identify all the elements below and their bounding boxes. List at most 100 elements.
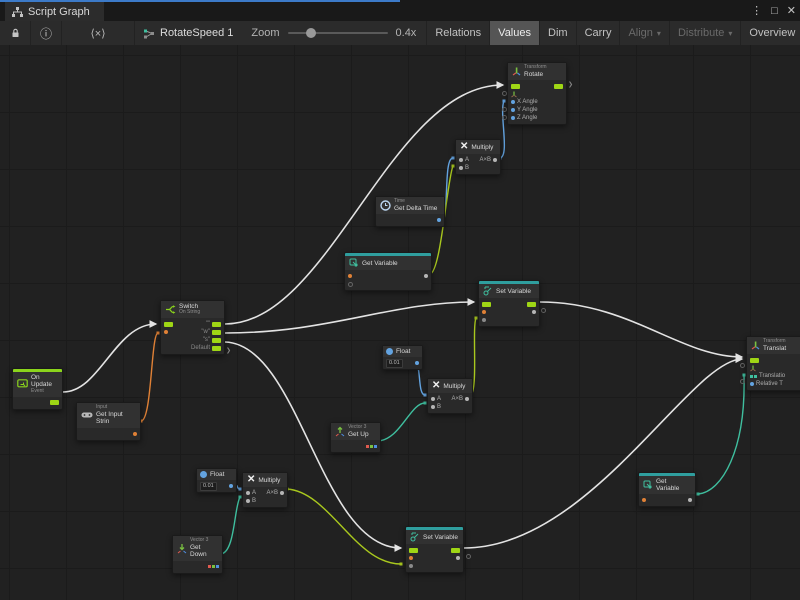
node-title: On Update: [31, 374, 58, 389]
toggle-values[interactable]: Values: [489, 21, 539, 45]
output-port[interactable]: [688, 498, 692, 502]
output-port[interactable]: [229, 484, 233, 488]
x-angle-port[interactable]: [511, 100, 515, 104]
flow-in-port[interactable]: [164, 322, 173, 327]
case-s-port[interactable]: [212, 338, 221, 343]
window-close-icon[interactable]: ✕: [787, 4, 796, 17]
flow-in-port[interactable]: [409, 548, 418, 553]
lock-button[interactable]: [0, 21, 31, 45]
name-port[interactable]: [409, 556, 413, 560]
flow-out-port[interactable]: [50, 400, 59, 405]
tab-script-graph[interactable]: Script Graph: [5, 2, 104, 21]
window-menu-icon[interactable]: ⋮: [751, 4, 762, 17]
empty-port-ring: [740, 379, 745, 384]
graph-breadcrumb[interactable]: RotateSpeed 1: [135, 21, 241, 45]
node-translate[interactable]: TransformTranslat Translatio Relative T: [746, 336, 800, 391]
output-port[interactable]: [280, 491, 284, 495]
output-port[interactable]: [532, 310, 536, 314]
float-icon: [386, 348, 393, 355]
output-port[interactable]: [493, 158, 497, 162]
translation-port[interactable]: [750, 375, 757, 378]
float-value-field[interactable]: 0.01: [200, 482, 217, 491]
output-port[interactable]: [424, 274, 428, 278]
node-title: Get Delta Time: [394, 205, 437, 212]
output-port[interactable]: [456, 556, 460, 560]
output-port[interactable]: [465, 397, 469, 401]
script-graph-window: Script Graph ⋮ □ ✕ ⓘ ⟨×⟩ RotateSpeed 1: [0, 0, 800, 600]
node-multiply-top[interactable]: ✕ Multiply AA×B B: [455, 139, 501, 175]
toggle-dim[interactable]: Dim: [539, 21, 576, 45]
self-transform-port[interactable]: [750, 365, 756, 372]
zoom-slider-knob[interactable]: [306, 28, 316, 38]
code-icon: ⟨×⟩: [90, 27, 105, 40]
window-maximize-icon[interactable]: □: [771, 5, 778, 17]
node-set-variable-mid[interactable]: Set Variable: [478, 280, 540, 327]
input-a-port[interactable]: [246, 491, 250, 495]
selector-port[interactable]: [164, 330, 168, 334]
node-float-mid[interactable]: Float 0.01: [382, 345, 423, 370]
flow-out-port[interactable]: [451, 548, 460, 553]
toggle-relations[interactable]: Relations: [426, 21, 489, 45]
self-transform-port[interactable]: [511, 91, 517, 98]
value-port[interactable]: [409, 564, 413, 568]
value-port[interactable]: [482, 318, 486, 322]
zoom-slider[interactable]: [288, 32, 388, 34]
node-rotate[interactable]: TransformRotate X Angle Y Angle Z Angle: [507, 62, 567, 125]
node-get-down[interactable]: Vector 3Get Down: [172, 535, 223, 574]
chevron-down-icon: ▾: [728, 29, 732, 38]
flow-in-port[interactable]: [482, 302, 491, 307]
align-dropdown[interactable]: Align▾: [619, 21, 668, 45]
case-empty-port[interactable]: [212, 322, 221, 327]
output-port[interactable]: [437, 218, 441, 222]
vector3-output-port[interactable]: [208, 565, 219, 568]
output-port[interactable]: [415, 361, 419, 365]
overview-button[interactable]: Overview: [740, 21, 800, 45]
node-on-update[interactable]: On UpdateEvent: [12, 368, 63, 410]
graph-canvas[interactable]: [0, 45, 800, 600]
name-port[interactable]: [482, 310, 486, 314]
input-b-port[interactable]: [431, 405, 435, 409]
chevron-down-icon: ▾: [657, 29, 661, 38]
node-multiply-bottom[interactable]: ✕ Multiply AA×B B: [242, 472, 288, 508]
name-port[interactable]: [642, 498, 646, 502]
flow-out-port[interactable]: [554, 84, 563, 89]
input-a-port[interactable]: [431, 397, 435, 401]
node-title: Translat: [763, 345, 786, 352]
transform-icon: [751, 341, 760, 351]
y-angle-port[interactable]: [511, 108, 515, 112]
graph-name: RotateSpeed 1: [160, 27, 233, 39]
flow-out-port[interactable]: [527, 302, 536, 307]
node-float-bottom[interactable]: Float 0.01: [196, 468, 237, 493]
flow-in-port[interactable]: [511, 84, 520, 89]
distribute-dropdown[interactable]: Distribute▾: [669, 21, 740, 45]
zoom-value: 0.4x: [396, 27, 417, 39]
case-w-port[interactable]: [212, 330, 221, 335]
name-port[interactable]: [348, 274, 352, 278]
input-b-port[interactable]: [246, 499, 250, 503]
node-set-variable-bottom[interactable]: Set Variable: [405, 526, 464, 573]
relative-to-port[interactable]: [750, 382, 754, 386]
node-get-variable-right[interactable]: Get Variable: [638, 472, 696, 507]
input-b-port[interactable]: [459, 166, 463, 170]
node-get-up[interactable]: Vector 3Get Up: [330, 422, 381, 453]
node-switch-on-string[interactable]: SwitchOn String "" "w" "s" Default: [160, 300, 225, 355]
z-angle-port[interactable]: [511, 116, 515, 120]
toggle-carry[interactable]: Carry: [576, 21, 620, 45]
code-preview-button[interactable]: ⟨×⟩: [62, 21, 135, 45]
flow-in-port[interactable]: [750, 358, 759, 363]
empty-port-ring: [466, 554, 471, 559]
node-multiply-mid[interactable]: ✕ Multiply AA×B B: [427, 378, 473, 414]
output-port[interactable]: [133, 432, 137, 436]
input-a-port[interactable]: [459, 158, 463, 162]
fallback-port[interactable]: [348, 282, 353, 287]
node-get-input-string[interactable]: InputGet Input Strin: [76, 402, 141, 441]
float-value-field[interactable]: 0.01: [386, 359, 403, 368]
default-port[interactable]: [212, 346, 221, 351]
node-get-variable-top[interactable]: Get Variable: [344, 252, 432, 291]
node-get-delta-time[interactable]: TimeGet Delta Time: [375, 196, 445, 227]
zoom-label: Zoom: [251, 27, 279, 39]
inspector-button[interactable]: ⓘ: [31, 21, 62, 45]
node-title: Get Up: [348, 431, 369, 438]
vector3-output-port[interactable]: [366, 445, 377, 448]
unconnected-port-icon: ❯: [226, 348, 231, 354]
